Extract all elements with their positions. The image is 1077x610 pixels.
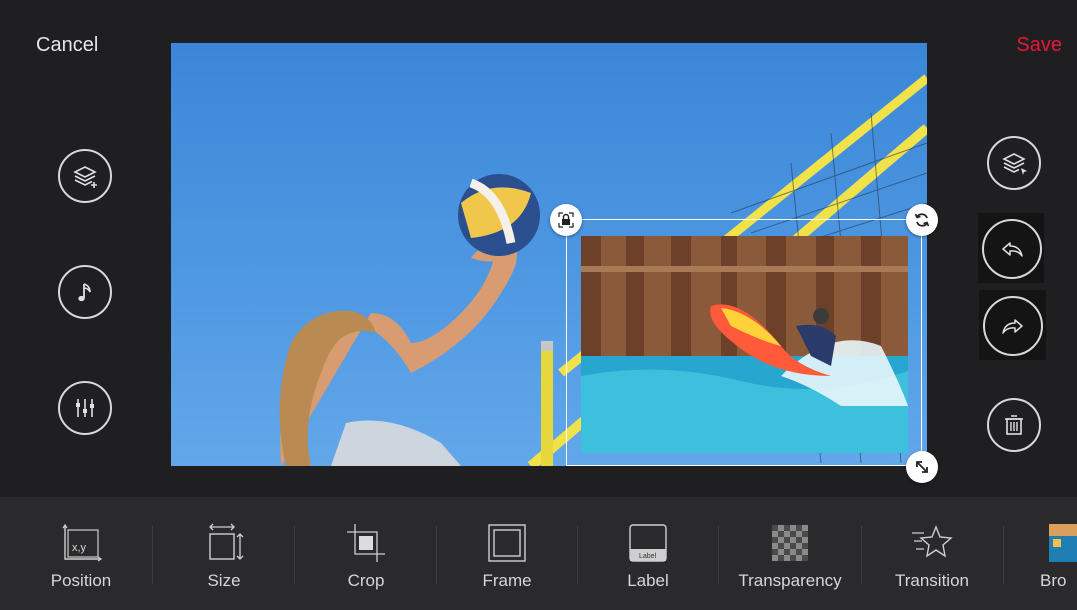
transparency-tool[interactable]: Transparency: [737, 497, 843, 610]
position-tool[interactable]: x,y Position: [45, 497, 117, 610]
crop-icon: [347, 524, 385, 562]
save-button[interactable]: Save: [1016, 34, 1062, 57]
label-tool[interactable]: Label Label: [612, 497, 684, 610]
equalizer-icon: [76, 399, 94, 417]
select-layer-icon: [1002, 153, 1027, 175]
svg-text:Label: Label: [639, 553, 657, 560]
position-icon: x,y: [62, 523, 103, 562]
transition-label: Transition: [894, 571, 969, 590]
transparency-icon: [772, 525, 808, 561]
frame-icon: [488, 524, 526, 562]
select-layer-button[interactable]: [987, 136, 1041, 190]
toolbar-divider: [577, 526, 578, 584]
svg-text:x,y: x,y: [72, 542, 87, 554]
position-label: Position: [50, 571, 112, 590]
cancel-button[interactable]: Cancel: [36, 34, 98, 57]
size-tool[interactable]: Size: [188, 497, 260, 610]
delete-button[interactable]: [987, 398, 1041, 452]
border-icon: [1049, 524, 1077, 562]
music-button[interactable]: [58, 265, 112, 319]
crop-label: Crop: [347, 571, 385, 590]
toolbar-divider: [294, 526, 295, 584]
add-layer-icon: [73, 166, 97, 188]
rotate-handle[interactable]: [906, 204, 938, 236]
size-label: Size: [207, 571, 241, 590]
rotate-icon: [914, 213, 930, 227]
frame-tool[interactable]: Frame: [471, 497, 543, 610]
transparency-label: Transparency: [738, 571, 842, 590]
undo-icon: [1002, 242, 1023, 257]
transition-tool[interactable]: Transition: [886, 497, 978, 610]
resize-icon: [916, 461, 928, 473]
lock-icon: [558, 212, 574, 228]
overlay-photo[interactable]: [581, 236, 908, 453]
redo-button[interactable]: [983, 296, 1043, 356]
resize-handle[interactable]: [906, 451, 938, 483]
toolbar-divider: [718, 526, 719, 584]
toolbar-divider: [1003, 526, 1004, 584]
border-tool[interactable]: Bro: [1035, 497, 1077, 610]
border-label: Bro: [1040, 571, 1067, 590]
undo-button[interactable]: [982, 219, 1042, 279]
audio-mixer-button[interactable]: [58, 381, 112, 435]
lock-handle[interactable]: [550, 204, 582, 236]
size-icon: [209, 523, 244, 560]
transition-icon: [912, 525, 953, 558]
label-label: Label: [627, 571, 669, 590]
add-layer-button[interactable]: [58, 149, 112, 203]
toolbar-divider: [436, 526, 437, 584]
label-icon: Label: [629, 524, 667, 562]
redo-icon: [1002, 319, 1023, 334]
music-note-icon: [78, 283, 91, 302]
trash-icon: [1005, 415, 1023, 435]
toolbar-divider: [861, 526, 862, 584]
toolbar-divider: [152, 526, 153, 584]
frame-label: Frame: [482, 571, 532, 590]
overlay-photo-art: [581, 236, 908, 453]
crop-tool[interactable]: Crop: [330, 497, 402, 610]
